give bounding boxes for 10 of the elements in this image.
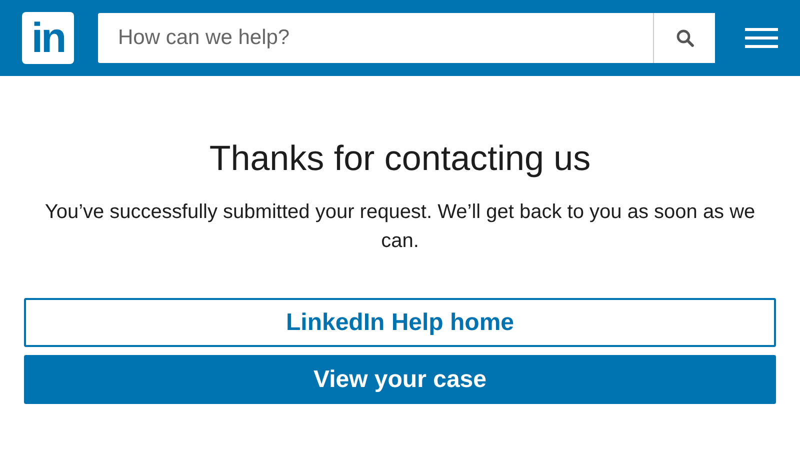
- help-home-button[interactable]: LinkedIn Help home: [24, 298, 776, 347]
- view-case-button[interactable]: View your case: [24, 355, 776, 404]
- menu-button[interactable]: [745, 26, 778, 50]
- search-field[interactable]: How can we help?: [98, 13, 653, 63]
- search-icon: [676, 29, 694, 47]
- page-title: Thanks for contacting us: [208, 138, 592, 180]
- search-button[interactable]: [653, 13, 715, 63]
- linkedin-logo[interactable]: in: [22, 12, 74, 64]
- confirmation-message: You’ve successfully submitted your request. We’ll get back to you as soon as we can.: [44, 200, 756, 254]
- menu-icon: [745, 28, 778, 48]
